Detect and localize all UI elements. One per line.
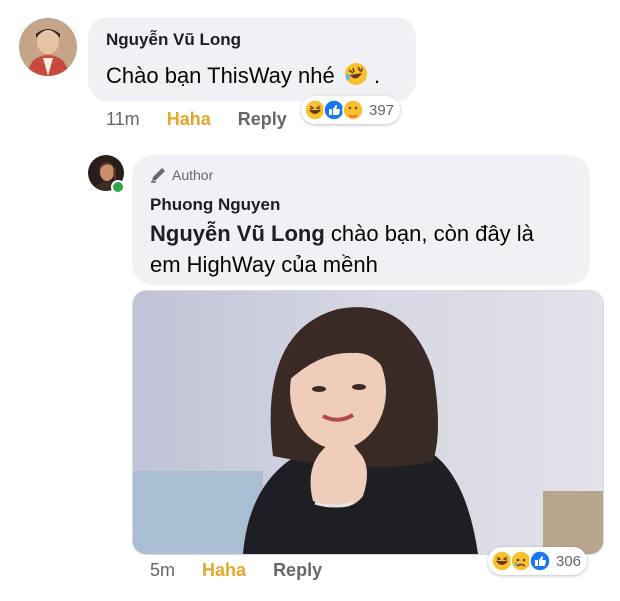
reply-haha-reaction-button[interactable]: Haha bbox=[202, 560, 246, 580]
reaction-summary[interactable]: 397 bbox=[301, 96, 401, 124]
reply-reaction-count: 306 bbox=[556, 552, 582, 570]
comment-timestamp[interactable]: 11m bbox=[106, 109, 140, 129]
care-icon bbox=[342, 99, 364, 121]
author-badge-label: Author bbox=[172, 167, 214, 183]
reply-timestamp[interactable]: 5m bbox=[150, 560, 175, 580]
mention-tag[interactable]: Nguyễn Vũ Long bbox=[150, 221, 325, 246]
author-badge: Author bbox=[150, 167, 213, 186]
reply-text-line1: Nguyễn Vũ Long chào bạn, còn đây là bbox=[150, 221, 534, 247]
comment-meta: 11m Haha Reply bbox=[106, 109, 287, 130]
reply-reaction-summary[interactable]: 306 bbox=[488, 547, 588, 575]
commenter-avatar[interactable] bbox=[19, 18, 77, 76]
reaction-count: 397 bbox=[369, 101, 395, 119]
haha-reaction-button[interactable]: Haha bbox=[167, 109, 211, 129]
reply-text-body: chào bạn, còn đây là bbox=[324, 221, 534, 246]
reply-meta: 5m Haha Reply bbox=[150, 560, 322, 581]
reply-author-name[interactable]: Phuong Nguyen bbox=[150, 195, 280, 215]
reply-text-line2: em HighWay của mềnh bbox=[150, 252, 378, 277]
comment-text-suffix: . bbox=[373, 62, 381, 88]
comment-text: Chào bạn ThisWay nhé . bbox=[106, 62, 380, 92]
attached-photo[interactable] bbox=[132, 290, 604, 555]
online-status-dot bbox=[111, 180, 125, 194]
comment-text-body: Chào bạn ThisWay nhé bbox=[106, 62, 335, 88]
like-icon bbox=[529, 550, 551, 572]
reply-button[interactable]: Reply bbox=[238, 109, 287, 129]
pencil-icon bbox=[150, 167, 168, 186]
reply-reply-button[interactable]: Reply bbox=[273, 560, 322, 580]
comment-author-name[interactable]: Nguyễn Vũ Long bbox=[106, 30, 241, 50]
rofl-emoji-icon bbox=[344, 62, 368, 92]
